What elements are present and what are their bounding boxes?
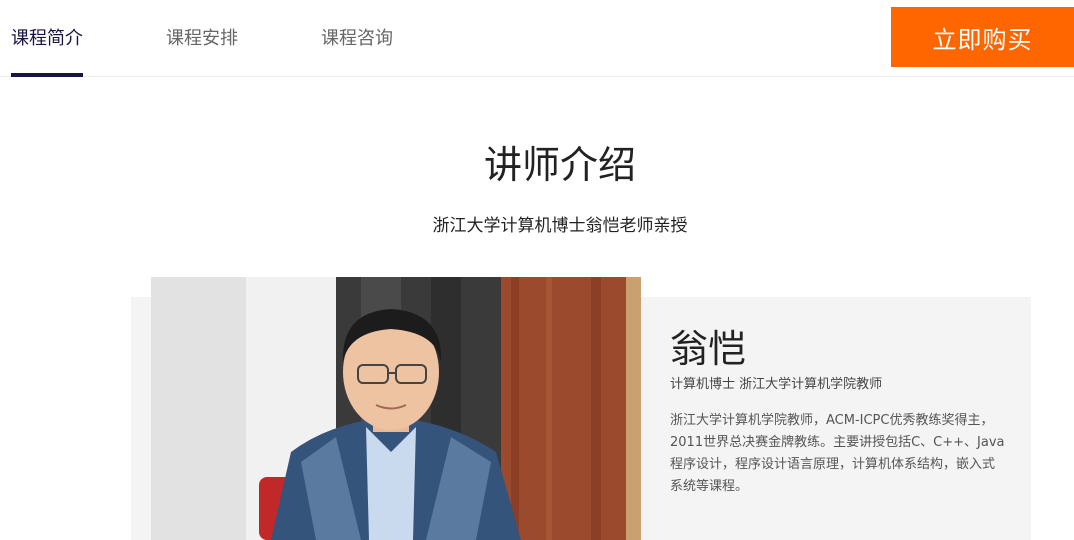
buy-now-button[interactable]: 立即购买 bbox=[891, 7, 1074, 67]
teacher-title: 计算机博士 浙江大学计算机学院教师 bbox=[670, 377, 883, 392]
tab-course-intro[interactable]: 课程简介 bbox=[11, 24, 83, 50]
tab-course-schedule[interactable]: 课程安排 bbox=[166, 24, 238, 50]
section-title: 讲师介绍 bbox=[483, 143, 636, 187]
active-tab-indicator bbox=[11, 73, 83, 77]
teacher-bio: 浙江大学计算机学院教师，ACM-ICPC优秀教练奖得主，2011世界总决赛金牌教… bbox=[670, 413, 1005, 494]
tab-course-consult[interactable]: 课程咨询 bbox=[321, 24, 393, 50]
teacher-photo bbox=[151, 277, 641, 540]
teacher-name: 翁恺 bbox=[670, 327, 747, 371]
section-subtitle: 浙江大学计算机博士翁恺老师亲授 bbox=[432, 216, 688, 236]
